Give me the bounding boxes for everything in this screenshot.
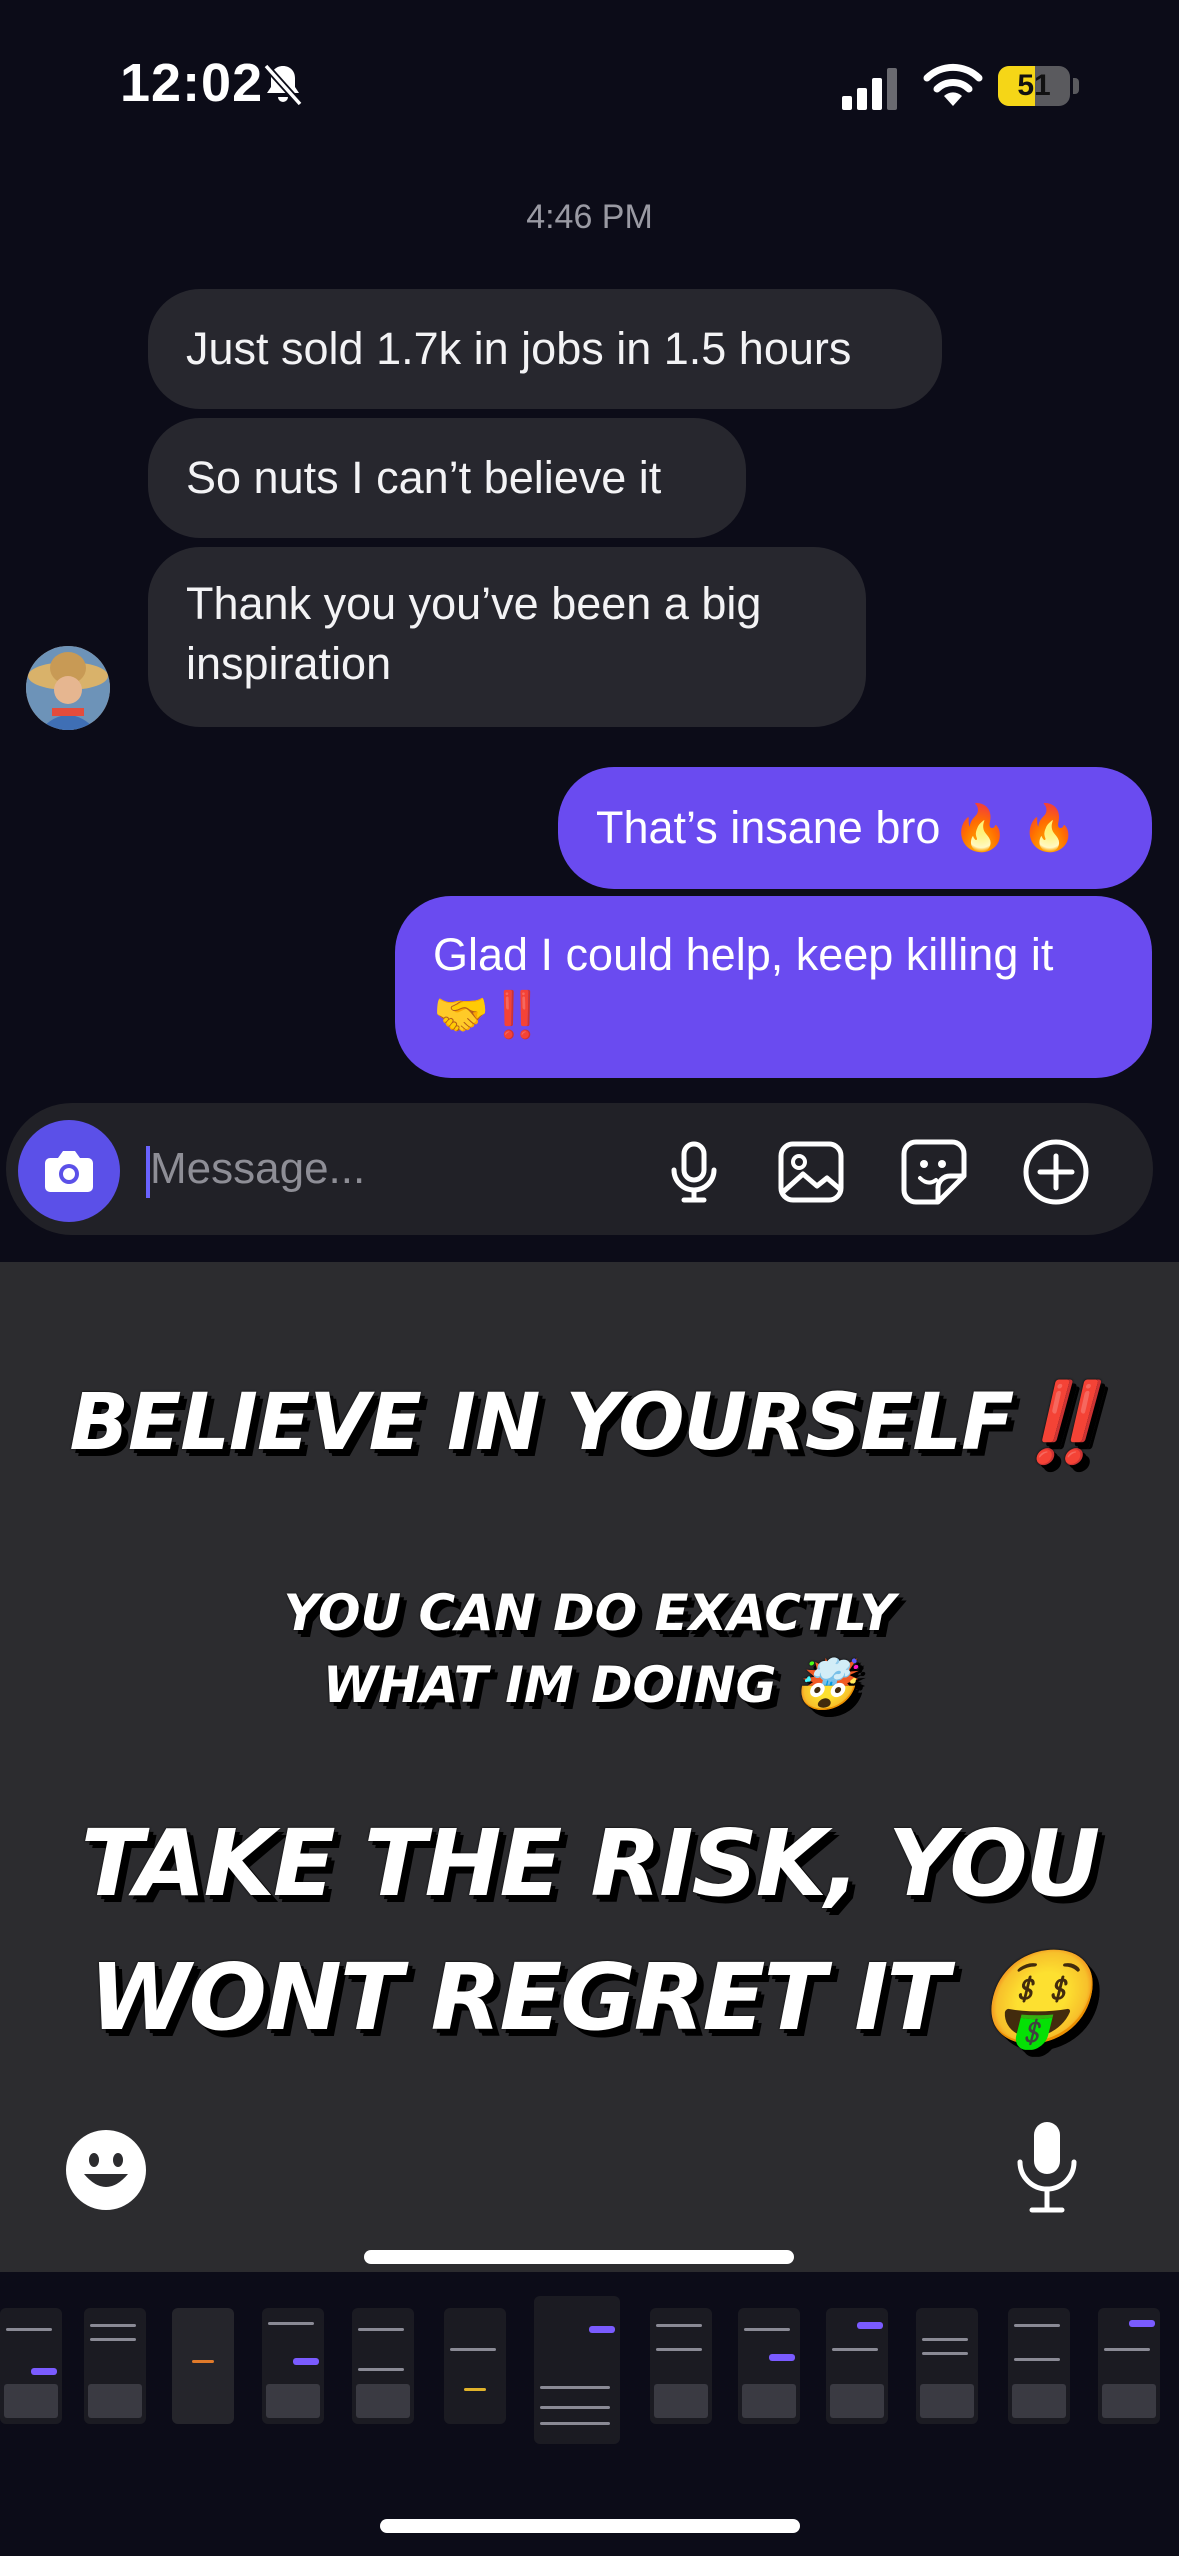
- story-headline: BELIEVE IN YOURSELF‼️: [69, 1378, 1111, 1468]
- system-home-indicator[interactable]: [380, 2519, 800, 2533]
- thumbnail[interactable]: [172, 2308, 234, 2424]
- story-callout: TAKE THE RISK, YOU: [80, 1810, 1100, 1917]
- message-input[interactable]: Message...: [150, 1144, 365, 1194]
- home-indicator[interactable]: [364, 2250, 794, 2264]
- emoji-icon[interactable]: [64, 2128, 148, 2212]
- thumbnail-current[interactable]: [534, 2296, 620, 2444]
- message-text: 🤝‼️: [433, 989, 546, 1040]
- incoming-message[interactable]: Thank you you’ve been a big inspiration: [148, 547, 866, 727]
- thumbnail[interactable]: [0, 2308, 62, 2424]
- message-text: Glad I could help, keep killing it: [433, 929, 1054, 980]
- thumbnail[interactable]: [1098, 2308, 1160, 2424]
- thumbnail[interactable]: [916, 2308, 978, 2424]
- sticker-icon[interactable]: [898, 1136, 970, 1208]
- thumbnail[interactable]: [1008, 2308, 1070, 2424]
- thumbnail[interactable]: [444, 2308, 506, 2424]
- microphone-icon[interactable]: [658, 1136, 730, 1208]
- battery-indicator: 51: [998, 62, 1080, 112]
- thumbnail[interactable]: [650, 2308, 712, 2424]
- thumbnail[interactable]: [826, 2308, 888, 2424]
- outgoing-message[interactable]: Glad I could help, keep killing it 🤝‼️: [395, 896, 1152, 1078]
- thumbnail[interactable]: [84, 2308, 146, 2424]
- thumbnail[interactable]: [352, 2308, 414, 2424]
- camera-button[interactable]: [18, 1120, 120, 1222]
- incoming-message[interactable]: Just sold 1.7k in jobs in 1.5 hours: [148, 289, 942, 409]
- plus-circle-icon[interactable]: [1020, 1136, 1092, 1208]
- story-subline: WHAT IM DOING 🤯: [322, 1656, 857, 1714]
- message-text: So nuts I can’t believe it: [186, 452, 662, 503]
- dictation-microphone-icon[interactable]: [1012, 2118, 1082, 2218]
- thumbnail[interactable]: [738, 2308, 800, 2424]
- message-text: That’s insane bro 🔥 🔥: [596, 802, 1078, 853]
- thumbnail[interactable]: [262, 2308, 324, 2424]
- wifi-icon: [923, 63, 983, 106]
- silent-bell-icon: [263, 63, 303, 107]
- story-callout: WONT REGRET IT 🤑: [89, 1944, 1092, 2051]
- outgoing-message[interactable]: That’s insane bro 🔥 🔥: [558, 767, 1152, 889]
- sender-avatar[interactable]: [26, 646, 110, 730]
- battery-percent: 51: [1017, 69, 1051, 102]
- cellular-signal-icon: [842, 68, 897, 110]
- message-timestamp: 4:46 PM: [526, 198, 653, 236]
- incoming-message[interactable]: So nuts I can’t believe it: [148, 418, 746, 538]
- status-time: 12:02: [120, 53, 264, 113]
- message-text: Thank you you’ve been a big: [186, 578, 762, 629]
- message-text: inspiration: [186, 638, 392, 689]
- image-icon[interactable]: [775, 1136, 847, 1208]
- message-text: Just sold 1.7k in jobs in 1.5 hours: [186, 323, 852, 374]
- story-subline: YOU CAN DO EXACTLY: [283, 1584, 896, 1642]
- camera-icon: [45, 1151, 93, 1192]
